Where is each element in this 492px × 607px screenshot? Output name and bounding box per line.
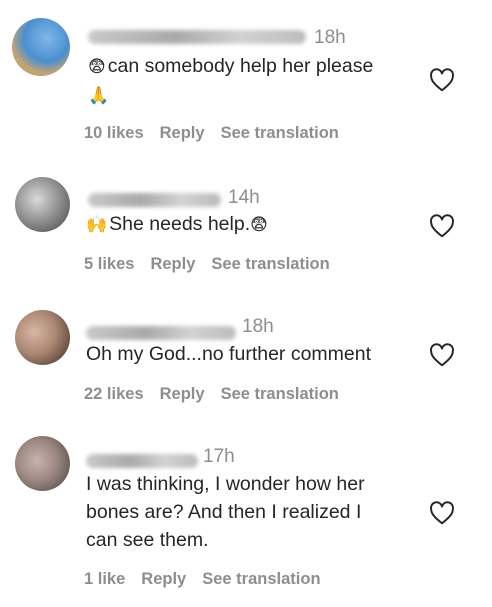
- emoji: 🙌: [86, 215, 108, 234]
- emoji: 🙏: [88, 86, 110, 105]
- see-translation-link[interactable]: See translation: [221, 385, 339, 403]
- avatar[interactable]: [15, 177, 70, 232]
- comment-body: Oh my God...no further comment: [86, 343, 372, 365]
- username-blurred[interactable]: [86, 454, 198, 468]
- comment-actions: 10 likes Reply See translation: [84, 124, 355, 143]
- avatar[interactable]: [15, 310, 70, 365]
- emoji: 😨: [250, 215, 268, 234]
- reply-button[interactable]: Reply: [150, 255, 195, 273]
- comment-line: bones are? And then I realized I: [86, 501, 362, 523]
- emoji: 😨: [88, 57, 106, 76]
- comment-text: I was thinking, I wonder how her bones a…: [86, 470, 426, 554]
- comment-line: can see them.: [86, 529, 209, 551]
- comment-timestamp: 18h: [242, 316, 274, 337]
- likes-count[interactable]: 22 likes: [84, 385, 144, 403]
- username-blurred[interactable]: [86, 326, 236, 340]
- heart-outline-icon[interactable]: [429, 501, 455, 525]
- username-blurred[interactable]: [88, 193, 221, 207]
- comment-actions: 1 like Reply See translation: [84, 570, 337, 589]
- comment-body: can somebody help her please: [107, 55, 374, 77]
- comment-body: She needs help.: [109, 213, 251, 235]
- heart-outline-icon[interactable]: [429, 214, 455, 238]
- comment-timestamp: 17h: [203, 446, 235, 467]
- comment-1: 18h 😨 can somebody help her please 🙏 10 l…: [0, 0, 492, 160]
- comment-actions: 22 likes Reply See translation: [84, 385, 355, 404]
- see-translation-link[interactable]: See translation: [211, 255, 329, 273]
- comment-text: 😨 can somebody help her please 🙏: [88, 52, 418, 110]
- comment-4: 17h I was thinking, I wonder how her bon…: [0, 430, 492, 607]
- heart-outline-icon[interactable]: [429, 343, 455, 367]
- reply-button[interactable]: Reply: [141, 570, 186, 588]
- reply-button[interactable]: Reply: [160, 385, 205, 403]
- heart-outline-icon[interactable]: [429, 68, 455, 92]
- comment-2: 14h 🙌 She needs help.😨 5 likes Reply See tr…: [0, 170, 492, 300]
- likes-count[interactable]: 10 likes: [84, 124, 144, 142]
- avatar[interactable]: [15, 436, 70, 491]
- avatar[interactable]: [12, 18, 70, 76]
- reply-button[interactable]: Reply: [160, 124, 205, 142]
- comment-text: Oh my God...no further comment: [86, 340, 426, 368]
- comment-actions: 5 likes Reply See translation: [84, 255, 346, 274]
- username-blurred[interactable]: [88, 30, 306, 44]
- comment-3: 18h Oh my God...no further comment 22 li…: [0, 300, 492, 425]
- see-translation-link[interactable]: See translation: [202, 570, 320, 588]
- likes-count[interactable]: 1 like: [84, 570, 125, 588]
- comment-line: I was thinking, I wonder how her: [86, 473, 365, 495]
- comment-timestamp: 14h: [228, 187, 260, 208]
- see-translation-link[interactable]: See translation: [221, 124, 339, 142]
- comment-timestamp: 18h: [314, 27, 346, 48]
- likes-count[interactable]: 5 likes: [84, 255, 134, 273]
- comment-text: 🙌 She needs help.😨: [86, 210, 416, 239]
